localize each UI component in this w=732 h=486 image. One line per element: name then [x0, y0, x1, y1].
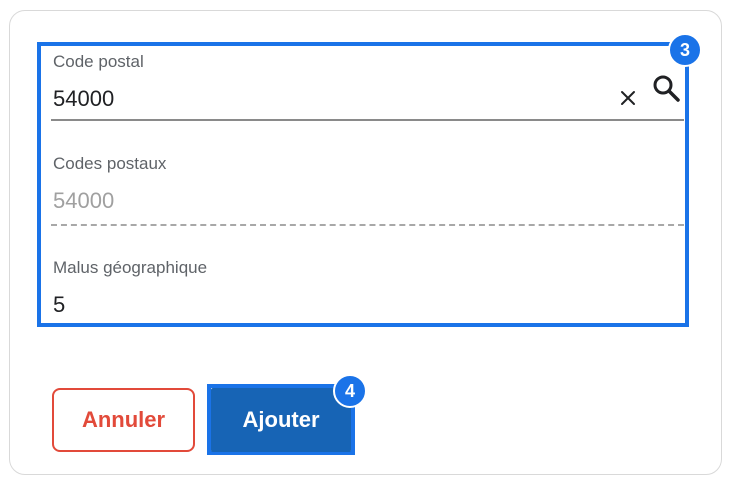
cancel-button[interactable]: Annuler: [52, 388, 195, 452]
step-badge-4: 4: [333, 374, 367, 408]
malus-label: Malus géographique: [53, 258, 208, 277]
code-postal-label: Code postal: [53, 52, 144, 71]
codes-postaux-underline: [51, 224, 684, 226]
code-postal-input[interactable]: 54000: [53, 86, 114, 112]
add-button[interactable]: Ajouter: [211, 388, 351, 452]
form-highlight-box: [37, 42, 689, 327]
codes-postaux-label: Codes postaux: [53, 154, 167, 173]
malus-input[interactable]: 5: [53, 292, 65, 318]
step-badge-3: 3: [668, 33, 702, 67]
close-icon[interactable]: [616, 86, 640, 110]
search-icon[interactable]: [650, 72, 682, 104]
codes-postaux-value: 54000: [53, 188, 115, 213]
code-postal-underline: [51, 119, 684, 121]
